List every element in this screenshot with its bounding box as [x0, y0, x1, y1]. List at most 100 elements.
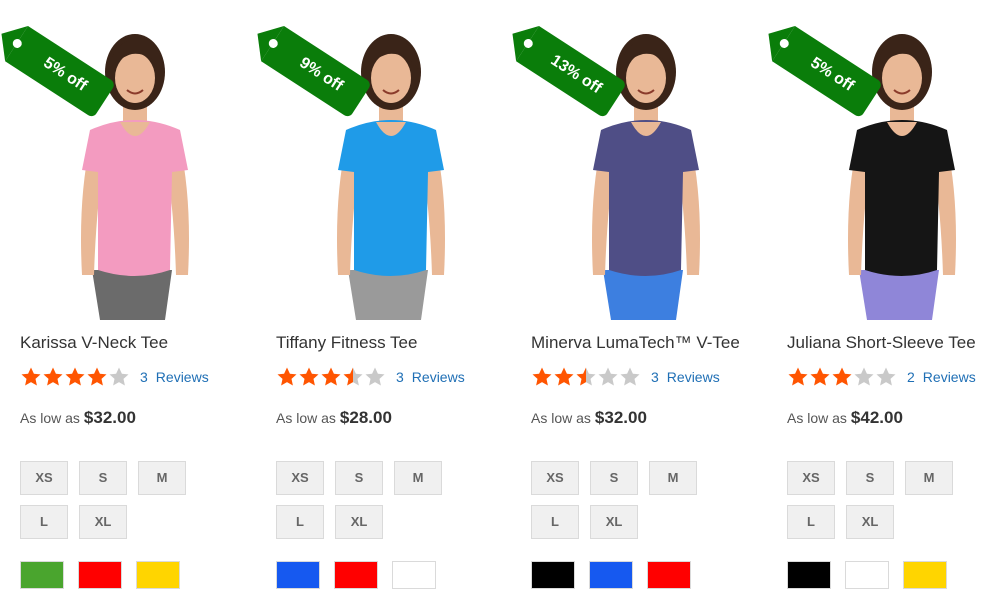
- star-icon: [620, 367, 640, 386]
- star-icon: [810, 367, 830, 386]
- product-price: As low as $32.00: [20, 408, 136, 428]
- review-label: Reviews: [922, 369, 976, 385]
- product-name[interactable]: Minerva LumaTech™ V-Tee: [531, 333, 740, 353]
- star-icon: [299, 367, 319, 386]
- color-swatch[interactable]: [392, 561, 436, 589]
- product-card[interactable]: 5% off Juliana Short-Sleeve Tee 2 Reviews As…: [772, 0, 981, 604]
- price-amount: $28.00: [339, 408, 392, 427]
- product-rating: 2 Reviews: [787, 366, 976, 388]
- star-icon: [321, 367, 341, 386]
- reviews-link[interactable]: 2 Reviews: [907, 369, 976, 385]
- review-label: Reviews: [666, 369, 720, 385]
- product-price: As low as $28.00: [276, 408, 392, 428]
- review-count: 3: [651, 369, 659, 385]
- size-option-m[interactable]: M: [649, 461, 697, 495]
- price-prefix: As low as: [787, 410, 847, 426]
- reviews-link[interactable]: 3 Reviews: [396, 369, 465, 385]
- size-option-xl[interactable]: XL: [846, 505, 894, 539]
- product-card[interactable]: 13% off Minerva LumaTech™ V-Tee 3 Reviews As…: [516, 0, 761, 604]
- size-option-s[interactable]: S: [79, 461, 127, 495]
- star-icon: [554, 367, 574, 386]
- size-option-xl[interactable]: XL: [335, 505, 383, 539]
- product-name[interactable]: Karissa V-Neck Tee: [20, 333, 168, 353]
- review-count: 3: [140, 369, 148, 385]
- star-icon: [43, 367, 63, 386]
- reviews-link[interactable]: 3 Reviews: [140, 369, 209, 385]
- color-swatch[interactable]: [845, 561, 889, 589]
- product-rating: 3 Reviews: [20, 366, 209, 388]
- price-amount: $42.00: [850, 408, 903, 427]
- star-icon: [532, 367, 552, 386]
- product-grid: 5% off Karissa V-Neck Tee 3 Reviews As low a…: [0, 0, 981, 604]
- size-option-s[interactable]: S: [335, 461, 383, 495]
- star-icon: [277, 367, 297, 386]
- size-option-m[interactable]: M: [905, 461, 953, 495]
- size-option-s[interactable]: S: [590, 461, 638, 495]
- star-icon: [21, 367, 41, 386]
- size-option-xs[interactable]: XS: [276, 461, 324, 495]
- size-option-l[interactable]: L: [276, 505, 324, 539]
- review-count: 2: [907, 369, 915, 385]
- star-icon: [832, 367, 852, 386]
- size-option-l[interactable]: L: [20, 505, 68, 539]
- size-option-s[interactable]: S: [846, 461, 894, 495]
- color-swatch[interactable]: [334, 561, 378, 589]
- product-price: As low as $42.00: [787, 408, 903, 428]
- product-rating: 3 Reviews: [531, 366, 720, 388]
- color-swatch[interactable]: [136, 561, 180, 589]
- color-swatch[interactable]: [20, 561, 64, 589]
- tag-hole: [267, 37, 280, 50]
- price-amount: $32.00: [594, 408, 647, 427]
- product-name[interactable]: Tiffany Fitness Tee: [276, 333, 417, 353]
- size-option-l[interactable]: L: [787, 505, 835, 539]
- tag-hole: [522, 37, 535, 50]
- product-card[interactable]: 5% off Karissa V-Neck Tee 3 Reviews As low a…: [5, 0, 250, 604]
- star-icon: [109, 367, 129, 386]
- rating-stars: [276, 366, 386, 388]
- size-option-m[interactable]: M: [394, 461, 442, 495]
- product-price: As low as $32.00: [531, 408, 647, 428]
- size-option-xs[interactable]: XS: [20, 461, 68, 495]
- product-card[interactable]: 9% off Tiffany Fitness Tee 3 Reviews As low …: [261, 0, 506, 604]
- review-label: Reviews: [411, 369, 465, 385]
- reviews-link[interactable]: 3 Reviews: [651, 369, 720, 385]
- price-prefix: As low as: [276, 410, 336, 426]
- discount-label: 9% off: [296, 54, 346, 95]
- tag-hole: [11, 37, 24, 50]
- color-swatch[interactable]: [589, 561, 633, 589]
- price-prefix: As low as: [531, 410, 591, 426]
- color-swatch[interactable]: [903, 561, 947, 589]
- review-count: 3: [396, 369, 404, 385]
- star-icon: [854, 367, 874, 386]
- star-icon: [87, 367, 107, 386]
- star-icon: [65, 367, 85, 386]
- star-icon: [343, 367, 363, 386]
- rating-stars: [531, 366, 641, 388]
- size-option-l[interactable]: L: [531, 505, 579, 539]
- color-swatch[interactable]: [276, 561, 320, 589]
- product-name[interactable]: Juliana Short-Sleeve Tee: [787, 333, 976, 353]
- star-icon: [365, 367, 385, 386]
- star-icon: [876, 367, 896, 386]
- star-icon: [598, 367, 618, 386]
- price-amount: $32.00: [83, 408, 136, 427]
- color-swatch[interactable]: [531, 561, 575, 589]
- color-swatch[interactable]: [647, 561, 691, 589]
- size-option-xs[interactable]: XS: [531, 461, 579, 495]
- size-option-xl[interactable]: XL: [79, 505, 127, 539]
- size-option-m[interactable]: M: [138, 461, 186, 495]
- product-rating: 3 Reviews: [276, 366, 465, 388]
- review-label: Reviews: [155, 369, 209, 385]
- star-icon: [788, 367, 808, 386]
- discount-label: 5% off: [40, 54, 90, 95]
- size-option-xl[interactable]: XL: [590, 505, 638, 539]
- rating-stars: [20, 366, 130, 388]
- price-prefix: As low as: [20, 410, 80, 426]
- size-option-xs[interactable]: XS: [787, 461, 835, 495]
- star-icon: [576, 367, 596, 386]
- color-swatch[interactable]: [78, 561, 122, 589]
- discount-label: 5% off: [807, 54, 857, 95]
- rating-stars: [787, 366, 897, 388]
- color-swatch[interactable]: [787, 561, 831, 589]
- tag-hole: [778, 37, 791, 50]
